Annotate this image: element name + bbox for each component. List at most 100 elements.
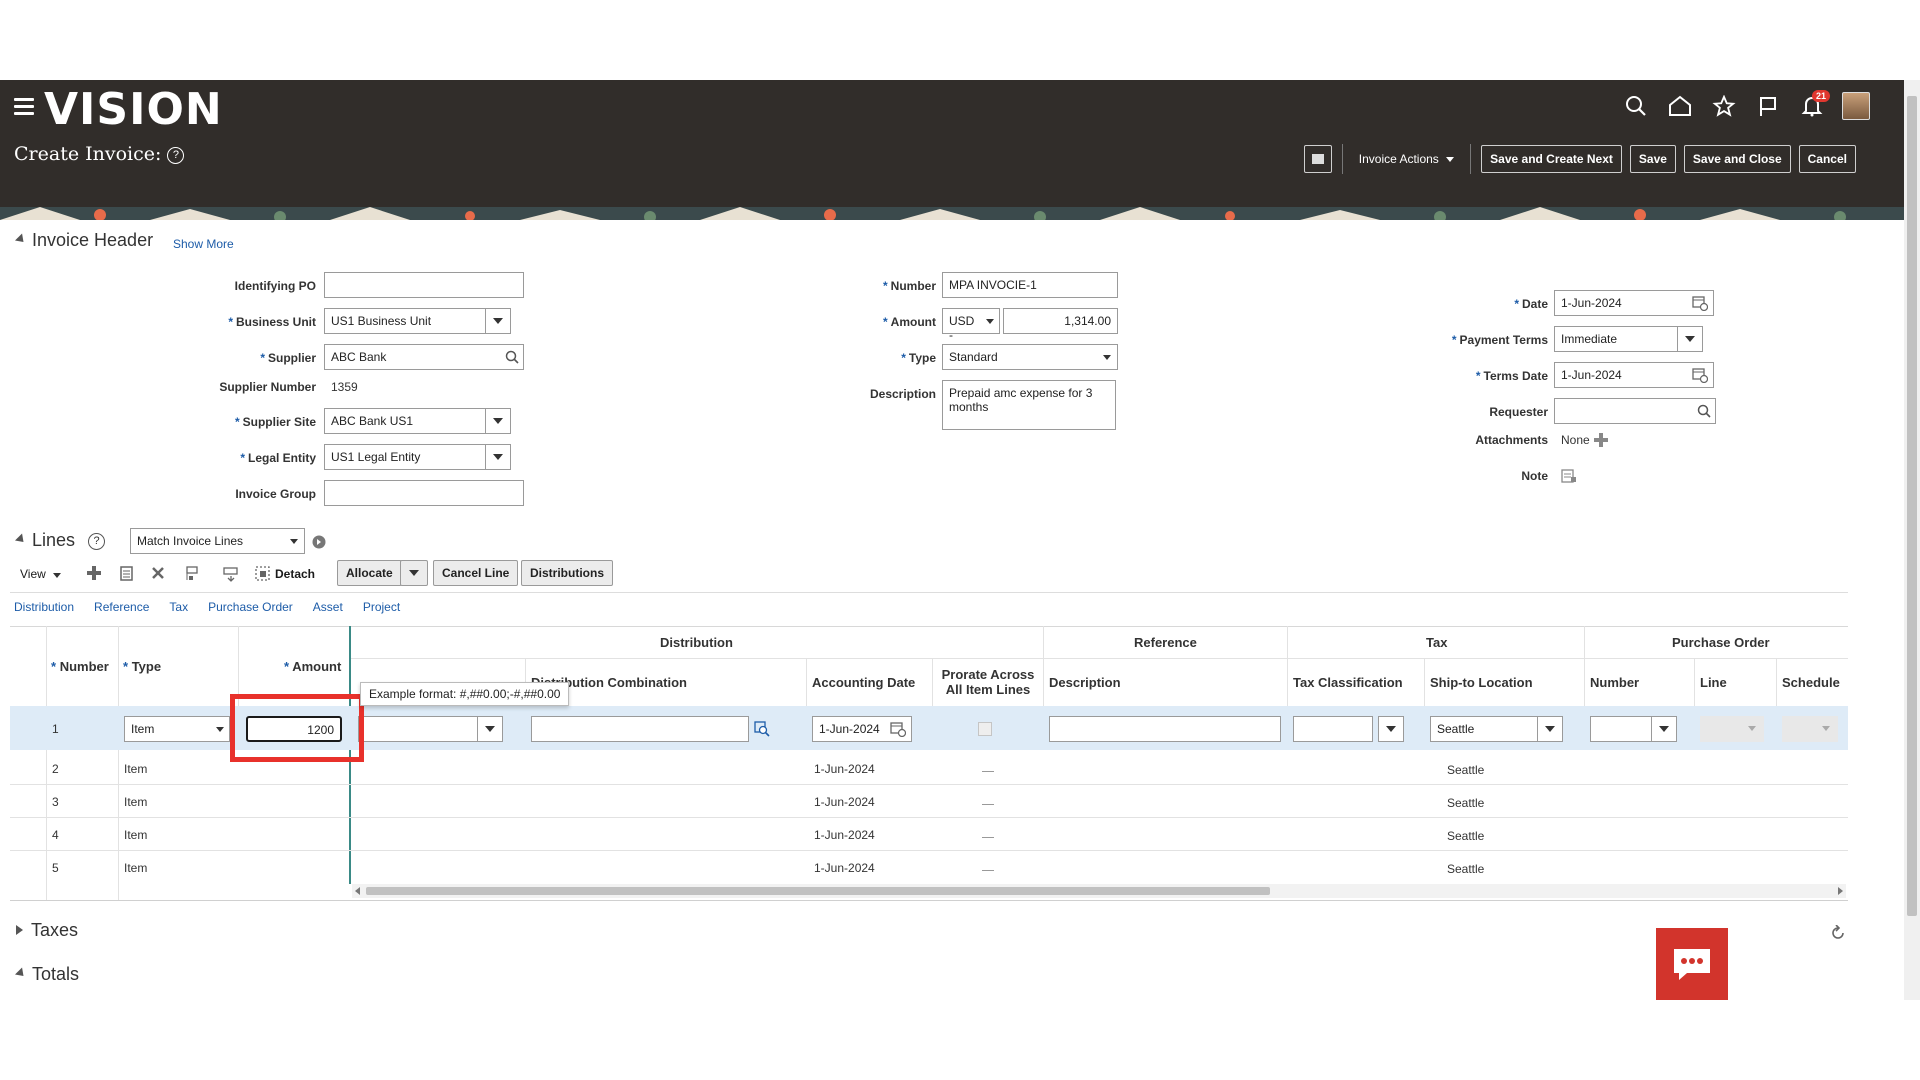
ship-to-location-dropdown-button[interactable] — [1537, 716, 1563, 742]
vertical-scrollbar[interactable] — [1904, 80, 1920, 1000]
allocate-button[interactable]: Allocate — [337, 560, 402, 586]
calendar-icon[interactable] — [890, 721, 906, 737]
user-avatar[interactable] — [1842, 92, 1870, 120]
home-icon[interactable] — [1666, 92, 1694, 120]
ship-to-location-field[interactable]: Seattle — [1430, 716, 1538, 742]
identifying-po-input[interactable] — [324, 272, 524, 298]
cancel-line-button[interactable]: Cancel Line — [433, 560, 519, 586]
supplier-site-field[interactable]: ABC Bank US1 — [324, 408, 486, 434]
row-number: 5 — [52, 861, 59, 875]
tab-distribution[interactable]: Distribution — [14, 600, 74, 614]
chevron-down-icon — [1748, 726, 1756, 731]
group-header-reference: Reference — [1134, 635, 1197, 650]
duplicate-row-icon[interactable] — [119, 566, 134, 581]
favorites-star-icon[interactable] — [1710, 92, 1738, 120]
allocate-menu-button[interactable] — [400, 560, 428, 586]
po-number-field[interactable] — [1590, 716, 1652, 742]
requester-input[interactable] — [1554, 398, 1716, 424]
invoice-number-input[interactable]: MPA INVOCIE-1 — [942, 272, 1118, 298]
calendar-icon[interactable] — [1692, 367, 1708, 383]
col-header-accounting-date: Accounting Date — [812, 675, 916, 690]
refresh-icon[interactable] — [1830, 925, 1846, 941]
legal-entity-dropdown-button[interactable] — [485, 444, 511, 470]
note-icon[interactable] — [1561, 468, 1577, 484]
invoice-amount-input[interactable]: 1,314.00 — [1003, 308, 1118, 334]
tab-tax[interactable]: Tax — [169, 600, 188, 614]
collapse-triangle-icon[interactable] — [14, 967, 28, 980]
totals-section[interactable]: Totals — [14, 964, 79, 985]
payment-terms-dropdown-button[interactable] — [1677, 326, 1703, 352]
cancel-button[interactable]: Cancel — [1798, 145, 1856, 173]
lines-section[interactable]: Lines ? — [14, 530, 106, 551]
calendar-icon[interactable] — [1692, 295, 1708, 311]
invoice-group-input[interactable] — [324, 480, 524, 506]
business-unit-field[interactable]: US1 Business Unit — [324, 308, 486, 334]
invoice-type-select[interactable]: Standard — [942, 344, 1118, 370]
distribution-set-dropdown-button[interactable] — [477, 716, 503, 742]
payment-terms-field[interactable]: Immediate — [1554, 326, 1678, 352]
tab-reference[interactable]: Reference — [94, 600, 149, 614]
scroll-left-icon[interactable] — [355, 887, 360, 895]
account-lookup-icon[interactable] — [754, 721, 770, 737]
notifications-bell-icon[interactable]: 21 — [1798, 90, 1830, 120]
save-button[interactable]: Save — [1629, 145, 1676, 173]
detach-button[interactable]: Detach — [255, 566, 315, 581]
horizontal-scrollbar[interactable] — [352, 884, 1846, 898]
scrollbar-thumb[interactable] — [1907, 96, 1917, 916]
terms-date-input[interactable]: 1-Jun-2024 — [1554, 362, 1714, 388]
taxes-section[interactable]: Taxes — [16, 920, 78, 941]
go-arrow-icon[interactable] — [312, 535, 326, 549]
invoice-header-section[interactable]: Invoice Header — [14, 230, 153, 251]
distribution-combination-input[interactable] — [531, 716, 749, 742]
invoice-actions-menu[interactable]: Invoice Actions — [1353, 152, 1460, 166]
flag-icon[interactable] — [1754, 92, 1782, 120]
search-icon[interactable] — [505, 350, 519, 364]
delete-icon[interactable] — [151, 566, 165, 580]
collapse-triangle-icon[interactable] — [14, 233, 28, 246]
collapse-triangle-icon[interactable] — [14, 533, 28, 546]
tab-project[interactable]: Project — [363, 600, 400, 614]
add-row-icon[interactable] — [87, 566, 101, 580]
expand-triangle-icon[interactable] — [16, 925, 23, 935]
scrollbar-thumb[interactable] — [366, 887, 1270, 895]
requester-label: Requester — [1489, 405, 1548, 419]
view-menu[interactable]: View — [20, 567, 62, 581]
line-description-input[interactable] — [1049, 716, 1281, 742]
description-textarea[interactable]: Prepaid amc expense for 3 months — [942, 380, 1116, 430]
chat-assistant-button[interactable] — [1656, 928, 1728, 1000]
global-icons: 21 — [1622, 90, 1870, 120]
add-attachment-icon[interactable] — [1594, 433, 1608, 447]
panel-toggle-button[interactable] — [1303, 145, 1332, 173]
hierarchy-icon[interactable] — [183, 566, 199, 582]
invoice-date-input[interactable]: 1-Jun-2024 — [1554, 290, 1714, 316]
split-icon[interactable] — [223, 566, 239, 582]
tax-classification-field[interactable] — [1293, 716, 1373, 742]
scroll-right-icon[interactable] — [1838, 887, 1843, 895]
supplier-site-dropdown-button[interactable] — [485, 408, 511, 434]
line-type-select[interactable]: Item — [124, 716, 230, 742]
tax-classification-dropdown-button[interactable] — [1378, 716, 1404, 742]
save-and-create-next-button[interactable]: Save and Create Next — [1481, 145, 1622, 173]
column-divider — [1424, 658, 1425, 706]
currency-select[interactable]: USD - — [942, 308, 1000, 342]
show-more-link[interactable]: Show More — [173, 237, 234, 251]
menu-icon[interactable] — [14, 98, 34, 115]
search-icon[interactable] — [1697, 404, 1711, 418]
distributions-button[interactable]: Distributions — [521, 560, 613, 586]
business-unit-dropdown-button[interactable] — [485, 308, 511, 334]
column-divider — [1584, 626, 1585, 706]
help-icon[interactable]: ? — [88, 533, 106, 550]
match-invoice-lines-select[interactable]: Match Invoice Lines — [130, 528, 305, 554]
supplier-field[interactable]: ABC Bank — [324, 344, 524, 370]
save-and-close-button[interactable]: Save and Close — [1683, 145, 1791, 173]
row-ship-to: Seattle — [1447, 829, 1485, 843]
search-icon[interactable] — [1622, 92, 1650, 120]
prorate-checkbox[interactable] — [978, 722, 992, 736]
tab-asset[interactable]: Asset — [313, 600, 343, 614]
legal-entity-field[interactable]: US1 Legal Entity — [324, 444, 486, 470]
distribution-set-field[interactable] — [358, 716, 478, 742]
po-number-dropdown-button[interactable] — [1651, 716, 1677, 742]
help-icon[interactable]: ? — [167, 147, 185, 164]
row-number: 1 — [52, 722, 59, 736]
tab-purchase-order[interactable]: Purchase Order — [208, 600, 293, 614]
